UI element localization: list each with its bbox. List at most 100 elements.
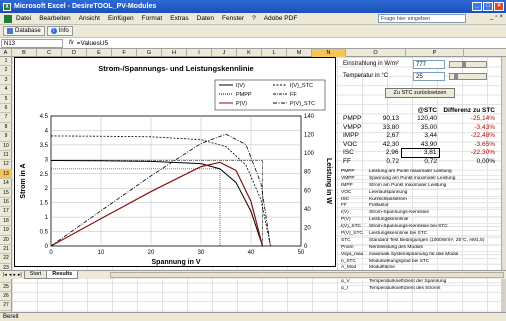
row-header-17[interactable]: 17 <box>0 207 12 217</box>
abbreviation-key[interactable]: α_I <box>341 286 369 292</box>
irradiance-slider[interactable] <box>449 61 487 68</box>
workbook-restore-icon[interactable]: ▫ <box>495 14 497 20</box>
abbreviation-key[interactable]: α_V <box>341 279 369 285</box>
row-header-1[interactable]: 1 <box>0 57 12 67</box>
row-header-10[interactable]: 10 <box>0 142 12 151</box>
abbreviation-description[interactable]: Temperaturkoeffizient des Stroms <box>369 286 440 292</box>
row-header-7[interactable]: 7 <box>0 113 12 123</box>
row-header-14[interactable]: 14 <box>0 179 12 189</box>
abbreviation-description[interactable]: Standard Test Bedingungen (1000W/m², 25°… <box>369 238 484 244</box>
formula-input[interactable]: =ValuesU5 <box>77 40 109 47</box>
row-header-20[interactable]: 20 <box>0 236 12 245</box>
column-header-o[interactable]: O <box>346 49 406 57</box>
help-search-input[interactable]: Frage hier eingeben <box>378 14 466 23</box>
abbreviation-description[interactable]: Modulwirkungsgrad bei STC <box>369 259 429 265</box>
menu-item-datei[interactable]: Datei <box>16 15 31 22</box>
temperature-slider[interactable] <box>449 73 487 80</box>
minimize-button[interactable]: _ <box>472 2 482 11</box>
abbreviation-key[interactable]: Pnom <box>341 245 369 251</box>
row-header-16[interactable]: 16 <box>0 198 12 208</box>
abbreviation-description[interactable]: Leistung am Punkt maximaler Leistung <box>369 169 452 175</box>
column-header-k[interactable]: K <box>237 49 262 57</box>
abbreviation-description[interactable]: Füllfaktor <box>369 203 389 209</box>
column-header-l[interactable]: L <box>262 49 287 57</box>
column-header-j[interactable]: J <box>212 49 237 57</box>
menu-item-extras[interactable]: Extras <box>170 15 188 22</box>
row-header-15[interactable]: 15 <box>0 189 12 198</box>
row-header-18[interactable]: 18 <box>0 217 12 227</box>
abbreviation-description[interactable]: Leerlaufspannung <box>369 190 407 196</box>
column-header-a[interactable]: A <box>0 49 12 57</box>
row-header-19[interactable]: 19 <box>0 226 12 236</box>
row-header-9[interactable]: 9 <box>0 132 12 142</box>
menu-item-help[interactable]: ? <box>252 15 256 22</box>
abbreviation-key[interactable]: VMPP <box>341 176 369 182</box>
reset-stc-button[interactable]: Zu STC zurücksetzen <box>385 88 455 98</box>
column-header-e[interactable]: E <box>87 49 112 57</box>
chart[interactable]: 0 0.5 1 1.5 2 2.5 3 3.5 4 4.5 0 20 40 60 80 100 120 140 0 1… <box>14 57 336 267</box>
abbreviation-key[interactable]: FF <box>341 203 369 209</box>
row-header-21[interactable]: 21 <box>0 245 12 255</box>
abbreviation-key[interactable]: P(V) <box>341 217 369 223</box>
abbreviation-description[interactable]: maximale Systemspannung für das Modul <box>369 252 458 258</box>
stc-value[interactable]: 2,67 <box>371 132 401 141</box>
next-sheet-icon[interactable]: ▸ <box>13 272 16 278</box>
menu-item-adobe-pdf[interactable]: Adobe PDF <box>264 15 298 22</box>
row-header-25[interactable]: 25 <box>0 283 12 292</box>
stc-label[interactable]: ISC <box>341 149 371 158</box>
menu-item-bearbeiten[interactable]: Bearbeiten <box>39 15 70 22</box>
abbreviation-description[interactable]: Temperaturkoeffizient der Spannung <box>369 279 446 285</box>
workbook-minimize-icon[interactable]: _ <box>490 14 493 20</box>
menu-item-fenster[interactable]: Fenster <box>222 15 244 22</box>
stc-label[interactable]: FF <box>341 157 371 166</box>
menu-item-format[interactable]: Format <box>142 15 163 22</box>
stc-difference[interactable]: -25,14% <box>439 115 497 124</box>
menu-item-ansicht[interactable]: Ansicht <box>79 15 100 22</box>
vertical-scrollbar[interactable] <box>501 57 506 270</box>
column-header-f[interactable]: F <box>112 49 137 57</box>
abbreviation-description[interactable]: Spannung am Punkt maximaler Leistung <box>369 176 455 182</box>
stc-difference[interactable]: -22,30% <box>439 149 497 158</box>
row-header-8[interactable]: 8 <box>0 123 12 133</box>
irradiance-field[interactable]: 777 <box>413 60 445 69</box>
workbook-close-icon[interactable]: × <box>499 14 503 20</box>
stc-value[interactable]: 90,13 <box>371 115 401 124</box>
row-header-22[interactable]: 22 <box>0 254 12 264</box>
maximize-button[interactable]: □ <box>483 2 493 11</box>
abbreviation-description[interactable]: Strom-Spannungs-Kennlinie bei STC <box>369 224 448 230</box>
menu-item-einfuegen[interactable]: Einfügen <box>108 15 134 22</box>
column-header-c[interactable]: C <box>37 49 62 57</box>
column-header-n[interactable]: N <box>312 49 346 57</box>
column-header-i[interactable]: I <box>187 49 212 57</box>
abbreviation-key[interactable]: I(V)_STC <box>341 224 369 230</box>
row-header-5[interactable]: 5 <box>0 95 12 104</box>
first-sheet-icon[interactable]: |◂ <box>3 272 7 278</box>
stc-value[interactable]: 42,30 <box>371 140 401 149</box>
row-header-12[interactable]: 12 <box>0 160 12 170</box>
name-box[interactable]: N13 <box>1 38 63 48</box>
prev-sheet-icon[interactable]: ◂ <box>9 272 12 278</box>
stc-difference[interactable]: -3,65% <box>439 140 497 149</box>
row-header-6[interactable]: 6 <box>0 104 12 114</box>
row-header-26[interactable]: 26 <box>0 292 12 302</box>
abbreviation-key[interactable]: STC <box>341 238 369 244</box>
column-header-h[interactable]: H <box>162 49 187 57</box>
abbreviation-description[interactable]: Nennleistung des Moduls <box>369 245 423 251</box>
stc-label[interactable]: IMPP <box>341 132 371 141</box>
column-header-b[interactable]: B <box>12 49 37 57</box>
stc-label[interactable]: VOC <box>341 140 371 149</box>
abbreviation-key[interactable]: n_STC <box>341 259 369 265</box>
row-header-11[interactable]: 11 <box>0 151 12 161</box>
abbreviation-description[interactable]: Strom am Punkt maximaler Leistung <box>369 183 446 189</box>
irradiance-slider-thumb[interactable] <box>462 62 466 67</box>
abbreviation-description[interactable]: Leistungskennlinie <box>369 217 408 223</box>
stc-reference[interactable]: 3,44 <box>401 132 439 141</box>
stc-reference-selected-cell[interactable]: 3,81 <box>400 148 440 158</box>
column-header-d[interactable]: D <box>62 49 87 57</box>
column-header-g[interactable]: G <box>137 49 162 57</box>
tab-start[interactable]: Start <box>23 271 48 279</box>
abbreviation-key[interactable]: I(V) <box>341 210 369 216</box>
stc-difference[interactable]: 0,00% <box>439 157 497 166</box>
stc-label[interactable]: VMPP <box>341 123 371 132</box>
stc-value[interactable]: 2,96 <box>371 149 401 158</box>
